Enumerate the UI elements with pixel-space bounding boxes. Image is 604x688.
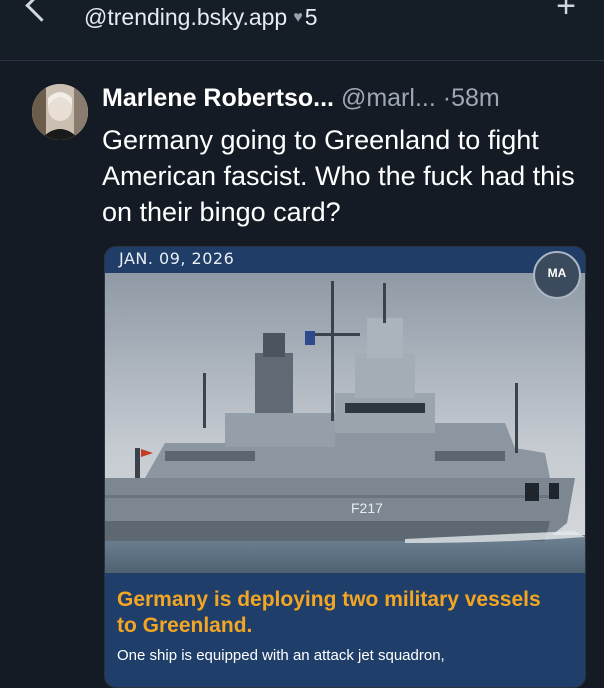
author-handle[interactable]: @marl... — [341, 84, 436, 112]
plus-icon[interactable]: + — [556, 0, 576, 23]
top-bar: @trending.bsky.app ♥5 + — [0, 0, 604, 60]
heart-icon: ♥ — [293, 9, 303, 26]
post-text: Germany going to Greenland to fight Amer… — [102, 125, 575, 227]
cut-off-stats-row — [84, 38, 564, 46]
post[interactable]: Marlene Robertso... @marl... ·58m German… — [0, 62, 604, 688]
author-name[interactable]: Marlene Robertso... — [102, 84, 334, 112]
ma-logo: MA — [533, 251, 581, 299]
card-date: JAN. 09, 2026 — [119, 249, 235, 268]
post-header: Marlene Robertso... @marl... ·58m — [102, 84, 500, 113]
embedded-image-card[interactable]: JAN. 09, 2026 MA F217 Germany is deployi… — [104, 246, 586, 688]
post-time: 58m — [451, 84, 500, 112]
feed-handle[interactable]: @trending.bsky.app — [84, 4, 287, 30]
hull-number: F217 — [351, 500, 383, 516]
card-subline: One ship is equipped with an attack jet … — [117, 647, 445, 664]
feed-title: @trending.bsky.app ♥5 — [84, 4, 318, 31]
avatar[interactable] — [32, 84, 88, 140]
back-arrow-icon[interactable] — [25, 0, 58, 22]
warship-photo: F217 — [105, 273, 585, 573]
like-count: 5 — [304, 4, 318, 30]
divider — [0, 60, 604, 61]
card-headline: Germany is deploying two military vessel… — [117, 588, 541, 637]
card-date-bar: JAN. 09, 2026 — [105, 247, 585, 273]
post-separator: · — [442, 84, 452, 112]
